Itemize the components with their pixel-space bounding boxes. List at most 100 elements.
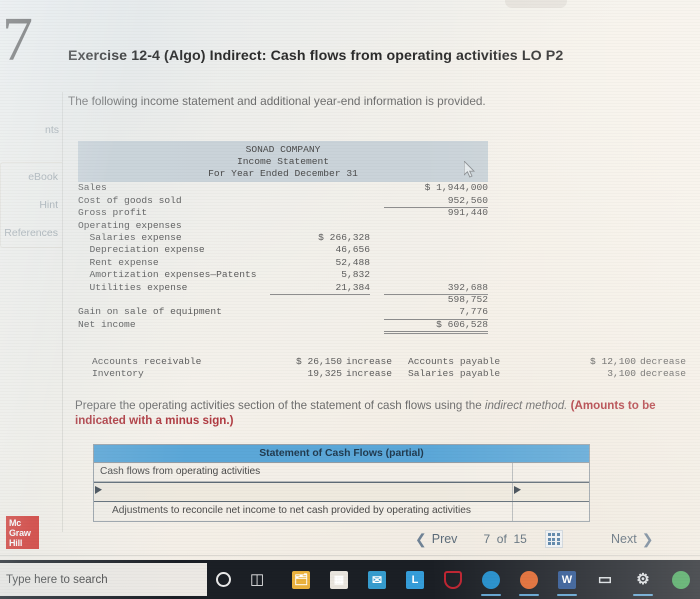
asset-label: Inventory [92, 368, 144, 380]
company-name: SONAD COMPANY [245, 144, 321, 155]
row-label: Depreciation expense [78, 244, 205, 256]
cash-flows-label-text: Cash flows from operating activities [100, 466, 261, 477]
settings-gear-icon[interactable]: ⚙ [624, 560, 662, 599]
asset-value: 19,325 [307, 368, 342, 380]
row-label: Sales [78, 182, 107, 194]
onenote-icon[interactable]: ▭ [586, 560, 624, 599]
prev-button[interactable]: ❮ Prev [415, 531, 457, 548]
cash-flows-amount-cell[interactable] [512, 463, 589, 481]
pagination-bar: ❮ Prev 7 of 15 Next ❯ [415, 530, 653, 549]
cash-flows-table-row[interactable]: Adjustments to reconcile net income to n… [94, 502, 589, 521]
page-indicator: 7 of 15 [483, 532, 527, 547]
income-statement-row: Rent expense 52,488 [78, 257, 488, 269]
microsoft-word-icon-glyph: W [558, 570, 576, 589]
firefox-icon-glyph [520, 570, 538, 589]
grid-menu-icon[interactable] [544, 530, 563, 549]
income-statement-row: 598,752 [78, 294, 488, 306]
row-label: Gain on sale of equipment [78, 306, 222, 318]
mail-icon[interactable]: ✉ [358, 560, 396, 599]
cash-flows-input-row[interactable] [94, 482, 589, 502]
instruction-part1: Prepare the operating activities section… [75, 399, 485, 412]
file-explorer-icon[interactable]: 🗂 [282, 560, 320, 599]
income-statement-row: Gain on sale of equipment 7,776 [78, 306, 488, 320]
statement-name: Income Statement [236, 155, 330, 167]
instruction-text: Prepare the operating activities section… [75, 398, 700, 428]
liability-label: Salaries payable [408, 368, 501, 380]
income-statement-row: Net income $ 606,528 [78, 319, 488, 335]
income-statement-row: Cost of goods sold 952,560 [78, 194, 488, 209]
microsoft-store-icon-glyph: ▦ [330, 570, 348, 589]
cortana-circle-icon[interactable] [207, 560, 241, 599]
microsoft-word-icon[interactable]: W [548, 560, 586, 599]
taskbar-app-icons: 🗂 ▦ ✉ L ▼ W ▭ ⚙ [282, 560, 700, 599]
task-view-icon[interactable]: ◫ [240, 560, 274, 599]
logo-line-1: Mc [9, 518, 22, 528]
row-label: Gross profit [78, 207, 148, 219]
sidebar-item-references[interactable]: References [1, 219, 62, 247]
asset-change: increase [346, 368, 393, 380]
income-statement-row: Utilities expense 21,384 392,688 [78, 282, 488, 296]
search-input[interactable]: Type here to search [0, 563, 207, 596]
lastpass-icon-glyph: L [406, 570, 424, 589]
firefox-icon[interactable] [510, 560, 548, 599]
question-number: 7 [2, 12, 33, 74]
row-label: Operating expenses [78, 219, 182, 231]
screen-photo: 7 nts eBook Hint References Exercise 12-… [0, 0, 700, 599]
additional-info-row: Inventory 19,325 increase Salaries payable 3… [78, 368, 696, 380]
sidebar-points-label: nts [44, 124, 59, 136]
cash-flows-table-row[interactable]: Cash flows from operating activities [94, 463, 589, 482]
row-label: Amortization expenses—Patents [78, 269, 257, 281]
google-chrome-icon-glyph [672, 570, 690, 589]
sidebar-item-hint[interactable]: Hint [1, 191, 62, 219]
statement-period: For Year Ended December 31 [208, 167, 358, 179]
microsoft-store-icon[interactable]: ▦ [320, 560, 358, 599]
income-statement-row: Depreciation expense 46,656 [78, 244, 488, 256]
liability-value: $ 12,100 [589, 356, 636, 367]
row-amount-col2: 7,776 [384, 306, 488, 320]
income-statement: SONAD COMPANY Income Statement For Year … [78, 141, 488, 335]
search-placeholder: Type here to search [6, 573, 108, 586]
additional-information: Accounts receivable $ 26,150 increase Accou… [78, 356, 696, 381]
settings-gear-icon-glyph: ⚙ [636, 570, 650, 588]
lastpass-icon[interactable]: L [396, 560, 434, 599]
top-window-edge [505, 0, 567, 8]
row-amount-col2: 952,560 [384, 195, 488, 209]
income-statement-row: Amortization expenses—Patents 5,832 [78, 269, 488, 281]
mcafee-shield-icon-glyph: ▼ [444, 570, 462, 589]
row-amount-col1: 21,384 [270, 282, 370, 296]
footer-divider [0, 555, 700, 556]
cash-flows-label-cell[interactable] [94, 483, 512, 501]
liability-label: Accounts payable [408, 356, 501, 367]
statement-of-cash-flows-table[interactable]: Statement of Cash Flows (partial) Cash f… [93, 444, 590, 522]
microsoft-edge-icon[interactable] [472, 560, 510, 599]
next-button[interactable]: Next ❯ [611, 531, 653, 548]
microsoft-edge-icon-glyph [482, 570, 500, 589]
mail-icon-glyph: ✉ [368, 570, 386, 589]
active-app-indicator [557, 594, 577, 596]
cash-flows-amount-cell[interactable] [512, 483, 589, 501]
row-amount-col2: 598,752 [447, 294, 488, 306]
mcafee-shield-icon[interactable]: ▼ [434, 560, 472, 599]
cash-flows-label-cell[interactable]: Adjustments to reconcile net income to n… [94, 502, 512, 521]
google-chrome-icon[interactable] [662, 560, 700, 599]
logo-line-2: Graw [9, 528, 31, 538]
sidebar-item-ebook[interactable]: eBook [1, 163, 62, 191]
income-statement-row: Gross profit 991,440 [78, 207, 488, 219]
sidebar-resources-box: eBook Hint References [0, 162, 62, 248]
row-label: Cost of goods sold [78, 194, 182, 206]
prev-label: Prev [431, 532, 458, 547]
active-app-indicator [481, 594, 501, 596]
active-app-indicator [519, 594, 539, 596]
additional-info-row: Accounts receivable $ 26,150 increase Accou… [78, 356, 696, 368]
amount-caret-icon [514, 486, 521, 494]
asset-label: Accounts receivable [92, 356, 202, 367]
cash-flows-table-header: Statement of Cash Flows (partial) [94, 445, 589, 463]
cash-flows-amount-cell[interactable] [512, 502, 589, 521]
row-amount-col2: $ 606,528 [384, 319, 488, 335]
cash-flows-label-text: Adjustments to reconcile net income to n… [112, 505, 472, 516]
row-amount-col1: $ 266,328 [318, 232, 370, 244]
instruction-part2: (Amounts to be [567, 399, 656, 412]
windows-taskbar: Type here to search ◫ 🗂 ▦ ✉ L ▼ W ▭ ⚙ [0, 560, 700, 599]
cash-flows-table-body: Cash flows from operating activities Adj… [94, 463, 589, 521]
cash-flows-label-cell[interactable]: Cash flows from operating activities [94, 463, 512, 481]
